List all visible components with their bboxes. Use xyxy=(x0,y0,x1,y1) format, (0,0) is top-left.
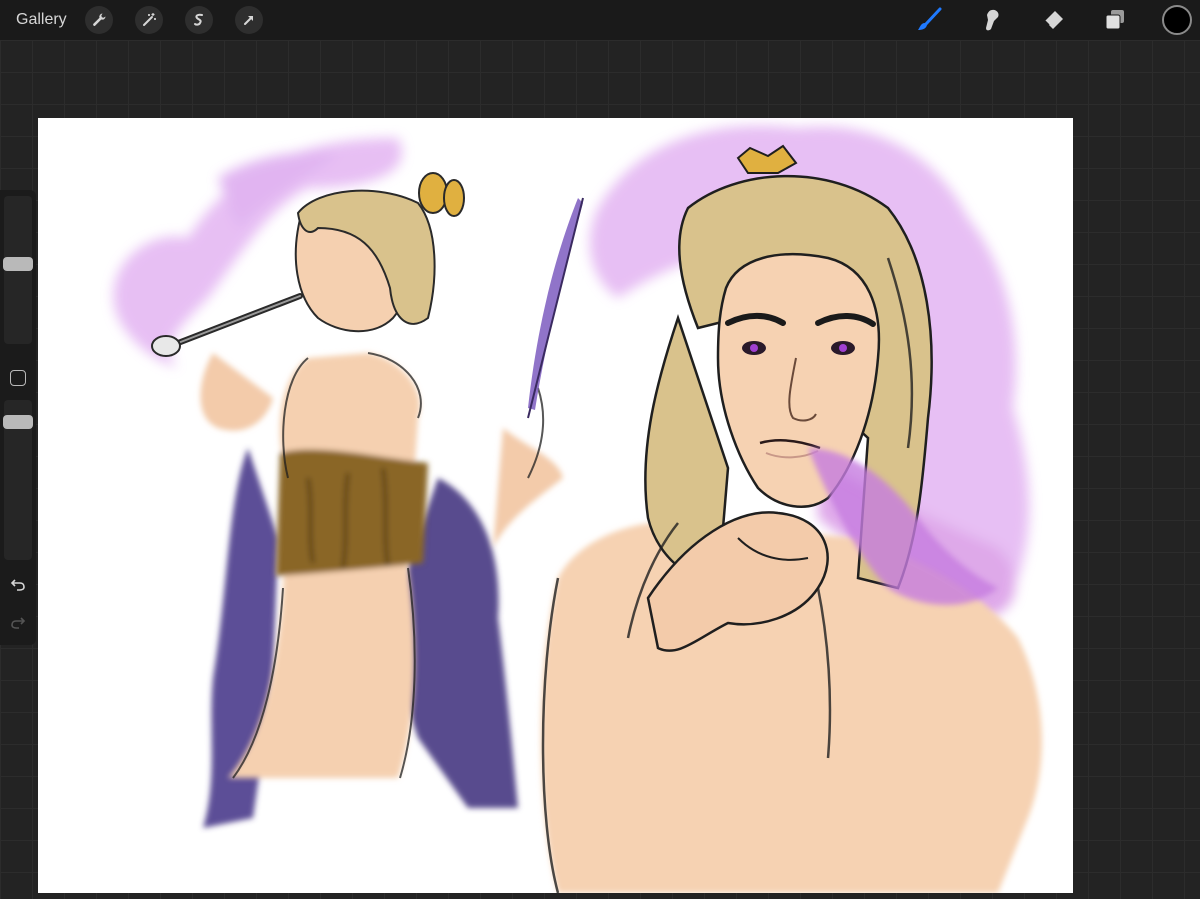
feather xyxy=(527,197,584,419)
brush-size-handle[interactable] xyxy=(3,257,33,271)
color-picker-button[interactable] xyxy=(1162,5,1192,35)
left-sidebar xyxy=(0,190,36,645)
eraser-tool-button[interactable] xyxy=(1038,5,1068,35)
opacity-handle[interactable] xyxy=(3,415,33,429)
brush-tool-button[interactable] xyxy=(914,5,944,35)
left-head xyxy=(294,172,465,333)
magic-wand-icon xyxy=(142,13,156,26)
transform-button[interactable] xyxy=(234,6,263,34)
selection-button[interactable] xyxy=(184,6,213,34)
brush-icon xyxy=(918,7,942,30)
drawing-canvas[interactable] xyxy=(38,118,1073,893)
selection-icon xyxy=(193,13,203,26)
undo-icon[interactable] xyxy=(9,575,27,593)
artwork xyxy=(113,125,1042,893)
redo-icon[interactable] xyxy=(9,613,27,631)
layers-button[interactable] xyxy=(1100,5,1130,35)
layers-icon xyxy=(1105,10,1124,30)
right-toolbar xyxy=(882,0,1200,40)
modify-button[interactable] xyxy=(10,370,26,386)
eraser-icon xyxy=(1044,11,1063,29)
smudge-tool-button[interactable] xyxy=(976,5,1006,35)
adjustments-button[interactable] xyxy=(134,6,163,34)
transform-arrow-icon xyxy=(243,16,253,25)
top-toolbar: Gallery xyxy=(0,0,1200,40)
gallery-button[interactable]: Gallery xyxy=(16,11,67,29)
actions-button[interactable] xyxy=(84,6,113,34)
wrench-icon xyxy=(92,13,106,26)
smudge-icon xyxy=(986,9,999,31)
